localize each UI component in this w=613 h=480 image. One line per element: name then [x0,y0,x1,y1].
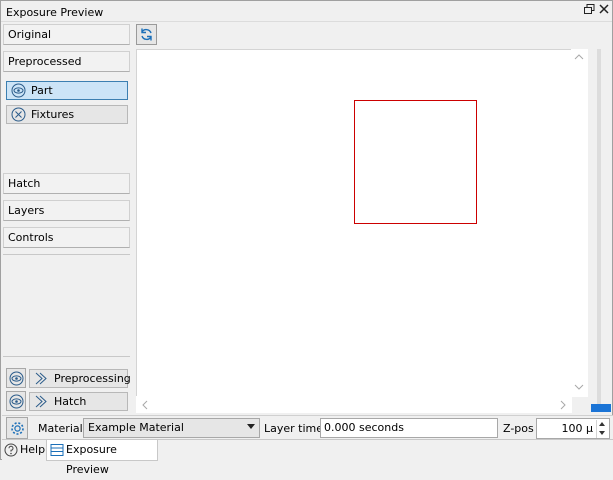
zpos-spinbox[interactable]: 100 µ [536,418,610,439]
vertical-scrollbar[interactable] [571,49,588,397]
preprocessing-stage-button[interactable]: Preprocessing [29,369,131,388]
hatch-stage-label: Hatch [54,395,87,408]
sidebar-divider [3,254,130,255]
help-icon [4,443,18,457]
layer-time-value: 0.000 seconds [324,421,404,434]
settings-button[interactable] [6,417,28,439]
spin-up-icon[interactable] [596,420,607,429]
zpos-value: 100 µ [561,422,594,435]
hatch-visibility-button[interactable] [6,391,26,411]
scroll-left-icon[interactable] [142,400,148,413]
section-preprocessed-label: Preprocessed [8,55,82,68]
spin-down-icon[interactable] [596,429,607,438]
part-outline [354,100,477,224]
double-chevron-icon [34,394,49,409]
exposure-preview-window: Exposure Preview Original Preprocessed P… [0,0,613,476]
section-controls[interactable]: Controls [3,227,130,248]
title-bar: Exposure Preview [1,1,612,22]
part-label: Part [31,84,53,97]
layer-slider-handle[interactable] [591,404,611,412]
section-hatch[interactable]: Hatch [3,173,130,194]
material-label: Material [38,422,83,435]
tab-help-label: Help [20,443,46,456]
layer-slider-track [597,49,601,405]
section-original-label: Original [8,28,52,41]
layer-slider[interactable] [591,49,611,415]
sidebar-divider [3,356,130,357]
eye-icon [11,83,26,98]
close-icon[interactable] [597,4,611,18]
scroll-down-icon[interactable] [574,383,584,393]
section-controls-label: Controls [8,231,54,244]
material-select[interactable]: Example Material [83,418,260,438]
preprocessing-label: Preprocessing [54,372,131,385]
gear-icon [11,422,24,435]
status-bar: Material Example Material Layer time 0.0… [2,415,613,439]
part-toggle-button[interactable]: Part [6,81,128,100]
refresh-icon [141,28,152,41]
eye-icon [9,371,24,386]
window-title: Exposure Preview [6,6,104,19]
tab-help[interactable]: Help [2,440,46,461]
eye-icon [9,394,24,409]
zpos-label: Z-pos [503,422,534,435]
list-icon [50,444,64,456]
restore-window-icon[interactable] [582,4,596,18]
material-value: Example Material [88,421,184,434]
section-original[interactable]: Original [3,24,130,45]
horizontal-scrollbar[interactable] [136,396,572,413]
section-layers-label: Layers [8,204,45,217]
layer-time-field[interactable]: 0.000 seconds [320,418,498,438]
hatch-stage-button[interactable]: Hatch [29,392,128,411]
section-hatch-label: Hatch [8,177,41,190]
dock-tab-bar: Help Exposure Preview [2,439,613,476]
refresh-button[interactable] [136,24,157,45]
scroll-right-icon[interactable] [560,400,566,413]
preview-canvas[interactable] [136,49,572,413]
chevron-down-icon [247,424,255,429]
fixtures-label: Fixtures [31,108,75,121]
circle-x-icon [11,107,26,122]
layer-time-label: Layer time [264,422,324,435]
section-preprocessed[interactable]: Preprocessed [3,51,130,72]
double-chevron-icon [34,371,49,386]
tab-exposure-preview[interactable]: Exposure Preview [46,440,158,476]
sidebar: Original Preprocessed Part Fixtures Hatc… [2,23,131,415]
section-layers[interactable]: Layers [3,200,130,221]
tab-exposure-preview-label: Exposure Preview [66,443,117,476]
scroll-up-icon[interactable] [574,53,584,63]
fixtures-toggle-button[interactable]: Fixtures [6,105,128,124]
preprocessing-visibility-button[interactable] [6,368,26,388]
